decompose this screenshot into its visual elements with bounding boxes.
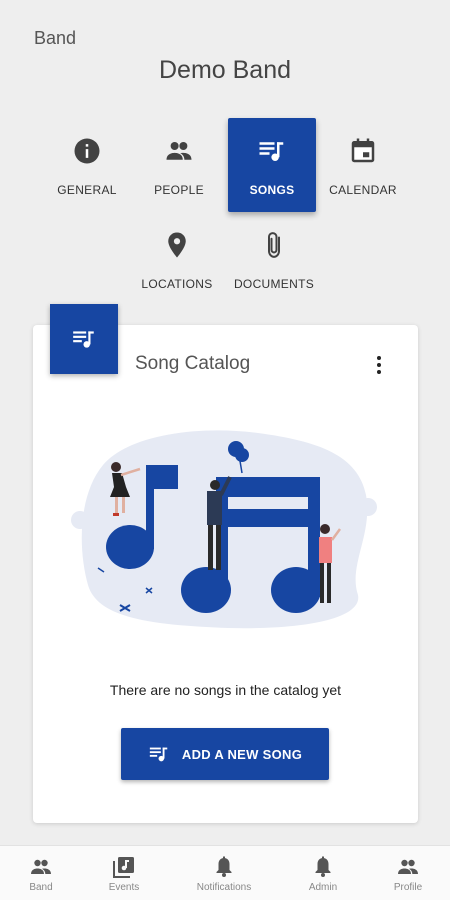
more-options-icon[interactable] (368, 352, 390, 378)
nav-admin[interactable]: Admin (302, 846, 344, 900)
people-icon (31, 859, 51, 874)
music-library-icon (113, 857, 134, 878)
tab-general[interactable]: GENERAL (43, 118, 131, 212)
tab-label: GENERAL (57, 183, 117, 197)
tab-locations[interactable]: LOCATIONS (133, 212, 221, 306)
breadcrumb: Band (34, 28, 77, 48)
bell-icon (216, 856, 232, 877)
nav-profile[interactable]: Profile (386, 846, 430, 900)
tab-label: DOCUMENTS (233, 277, 315, 291)
add-song-label: ADD A NEW SONG (181, 746, 303, 762)
add-song-button[interactable]: ADD A NEW SONG (121, 728, 329, 780)
tab-songs[interactable]: SONGS (228, 118, 316, 212)
nav-label: Band (29, 882, 53, 893)
nav-label: Events (108, 882, 140, 893)
tab-documents[interactable]: DOCUMENTS (230, 212, 318, 306)
empty-catalog-illustration (71, 430, 377, 629)
page-title: Demo Band (158, 56, 292, 84)
tab-people[interactable]: PEOPLE (135, 118, 223, 212)
tab-calendar[interactable]: CALENDAR (319, 118, 407, 212)
nav-notifications[interactable]: Notifications (189, 846, 259, 900)
tab-label: LOCATIONS (141, 277, 213, 291)
nav-label: Notifications (196, 882, 252, 893)
nav-band[interactable]: Band (20, 846, 62, 900)
playlist-music-icon (73, 331, 94, 348)
nav-events[interactable]: Events (98, 846, 150, 900)
card-title: Song Catalog (135, 353, 251, 374)
tab-label: SONGS (249, 183, 295, 197)
card-badge (50, 304, 118, 374)
people-icon (166, 142, 192, 160)
nav-label: Profile (393, 882, 423, 893)
playlist-add-icon (149, 747, 168, 762)
playlist-music-icon (259, 142, 284, 161)
bottom-navigation: Band Events Notifications Admin Profile (0, 845, 450, 900)
paperclip-icon (268, 232, 280, 258)
empty-state-message: There are no songs in the catalog yet (109, 682, 342, 698)
location-pin-icon (168, 232, 186, 258)
nav-label: Admin (308, 882, 338, 893)
people-icon (398, 859, 418, 874)
tab-label: PEOPLE (154, 183, 204, 197)
bell-icon (315, 856, 331, 877)
calendar-icon (351, 138, 375, 163)
tab-label: CALENDAR (329, 183, 397, 197)
info-icon (74, 138, 100, 164)
